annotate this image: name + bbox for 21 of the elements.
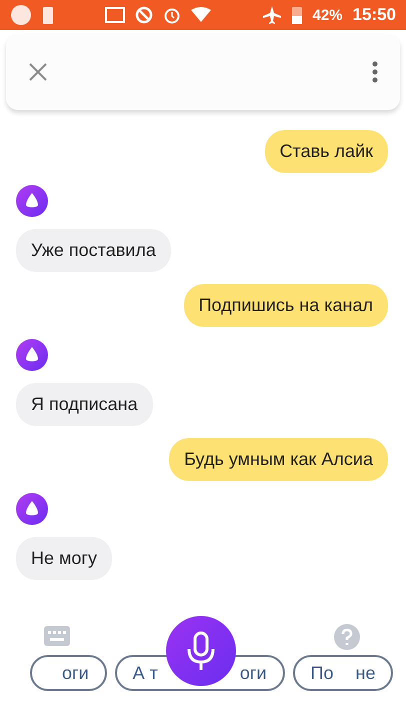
assistant-message: Уже поставила bbox=[16, 229, 171, 272]
assistant-message: Не могу bbox=[16, 537, 112, 580]
clock: 15:50 bbox=[352, 5, 396, 25]
close-icon[interactable] bbox=[28, 62, 48, 82]
user-message: Будь умным как Алсиа bbox=[169, 438, 388, 481]
airplane-icon bbox=[262, 6, 280, 24]
suggestion-chip[interactable]: По не bbox=[292, 655, 394, 691]
microphone-icon bbox=[186, 631, 216, 671]
do-not-disturb-icon bbox=[135, 6, 154, 24]
battery-icon bbox=[290, 5, 302, 25]
battery-percentage: 42% bbox=[312, 6, 343, 24]
more-options-icon[interactable] bbox=[372, 61, 378, 83]
assistant-avatar-icon bbox=[16, 185, 48, 217]
assistant-avatar-icon bbox=[16, 493, 48, 525]
suggestion-chip[interactable]: оги bbox=[30, 655, 107, 691]
alarm-icon bbox=[163, 6, 182, 24]
wifi-icon bbox=[191, 7, 212, 23]
user-message: Ставь лайк bbox=[264, 130, 388, 173]
assistant-avatar-icon bbox=[16, 339, 48, 371]
assistant-message: Я подписана bbox=[16, 383, 153, 426]
user-message: Подпишись на канал bbox=[184, 284, 388, 327]
